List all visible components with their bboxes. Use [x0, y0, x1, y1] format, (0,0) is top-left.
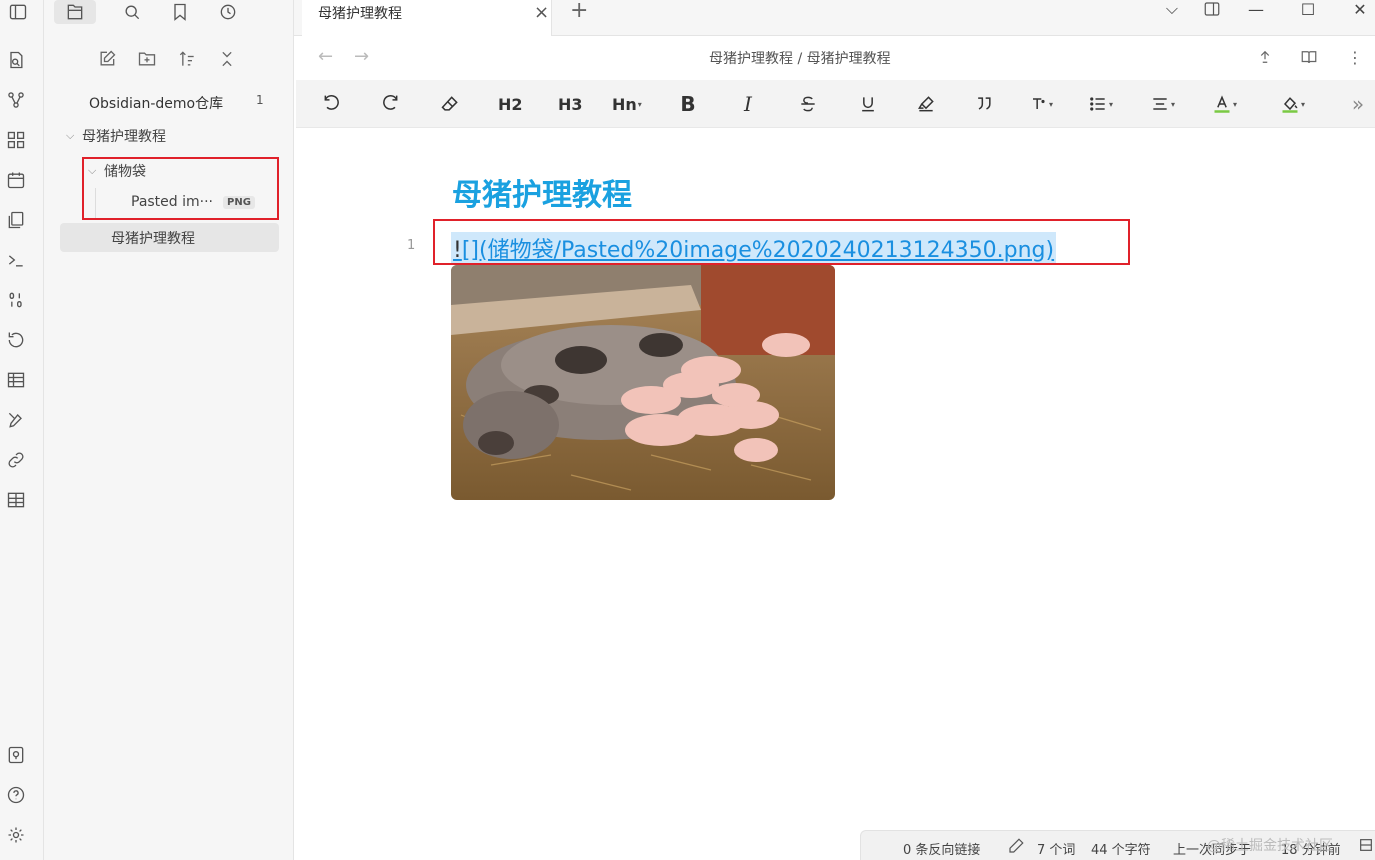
- files-tab-icon[interactable]: [54, 0, 96, 24]
- recent-clock-icon[interactable]: [216, 0, 240, 24]
- grid-table-icon[interactable]: [4, 488, 28, 512]
- heading-n-button[interactable]: Hn ▾: [612, 92, 642, 116]
- annotation-box-link: [433, 219, 1130, 265]
- vault-switch-icon[interactable]: [4, 743, 28, 767]
- table-icon[interactable]: [4, 368, 28, 392]
- obsidian-window: Obsidian-demo仓库 1 ⌵ 母猪护理教程 ⌵ 储物袋 Pasted …: [0, 0, 1375, 860]
- new-note-icon[interactable]: [96, 48, 118, 70]
- history-icon[interactable]: [4, 328, 28, 352]
- editing-toolbar: H2 H3 Hn ▾ B I ▾ ▾ ▾ ▾ ▾ »: [296, 80, 1375, 128]
- redo-icon[interactable]: [378, 92, 402, 116]
- dropdown-caret-icon: ▾: [1233, 99, 1238, 109]
- more-options-icon[interactable]: ⋮: [1344, 46, 1366, 68]
- watermark: @稀土掘金技术社区: [1207, 838, 1333, 854]
- underline-icon[interactable]: [856, 92, 880, 116]
- active-file-label-row[interactable]: 母猪护理教程: [111, 228, 195, 248]
- background-color-icon[interactable]: ▾: [1280, 92, 1305, 116]
- breadcrumb[interactable]: 母猪护理教程 / 母猪护理教程: [709, 48, 891, 68]
- font-color-icon[interactable]: ▾: [1212, 92, 1237, 116]
- quote-icon[interactable]: [972, 92, 996, 116]
- word-count: 7 个词: [1037, 843, 1076, 858]
- collapse-all-icon[interactable]: [216, 48, 238, 70]
- undo-icon[interactable]: [320, 92, 344, 116]
- strikethrough-icon[interactable]: [796, 92, 820, 116]
- layout-icon[interactable]: [1358, 837, 1374, 857]
- tab-list-chevron-icon[interactable]: ⌵: [1160, 0, 1184, 18]
- backlinks-count[interactable]: 0 条反向链接: [903, 839, 980, 858]
- dropdown-caret-icon: ▾: [1301, 99, 1306, 109]
- dropdown-caret-icon: ▾: [1171, 99, 1176, 109]
- chevron-down-icon: ⌵: [66, 129, 75, 142]
- heading-2-button[interactable]: H2: [498, 92, 523, 116]
- tab-active[interactable]: 母猪护理教程 ×: [302, 0, 552, 36]
- status-bar: 0 条反向链接 7 个词 44 个字符 上一次同步于 18 分钟前 @稀土掘金技…: [860, 830, 1375, 860]
- active-file-label: 母猪护理教程: [111, 231, 195, 247]
- quick-switcher-icon[interactable]: [4, 48, 28, 72]
- highlight-pen-icon[interactable]: [914, 92, 938, 116]
- sidebar-toggle-icon[interactable]: [6, 0, 30, 24]
- reading-view-book-icon[interactable]: [1298, 46, 1320, 68]
- calendar-icon[interactable]: [4, 168, 28, 192]
- link-icon[interactable]: [4, 448, 28, 472]
- canvas-icon[interactable]: [4, 128, 28, 152]
- close-icon[interactable]: ×: [534, 2, 549, 23]
- back-arrow-icon[interactable]: ←: [318, 46, 333, 67]
- embedded-pig-image: [451, 265, 835, 500]
- heading-n-label: Hn: [612, 94, 637, 114]
- vault-name[interactable]: Obsidian-demo仓库: [89, 93, 223, 113]
- command-palette-icon[interactable]: [4, 248, 28, 272]
- tools-icon[interactable]: [4, 408, 28, 432]
- eraser-icon[interactable]: [438, 92, 462, 116]
- toolbar-expand-icon[interactable]: »: [1346, 92, 1370, 116]
- dropdown-caret-icon: ▾: [1109, 99, 1114, 109]
- view-header: ← → 母猪护理教程 / 母猪护理教程 ⋮: [294, 36, 1375, 80]
- new-tab-button[interactable]: +: [570, 0, 588, 23]
- bold-button[interactable]: B: [676, 92, 700, 116]
- graph-view-icon[interactable]: [4, 88, 28, 112]
- edit-pencil-icon[interactable]: [1007, 837, 1025, 859]
- heading-3-button[interactable]: H3: [558, 92, 583, 116]
- folder-row[interactable]: ⌵ 母猪护理教程: [66, 126, 166, 146]
- minimize-icon[interactable]: —: [1244, 0, 1268, 19]
- annotation-box-folder: [82, 157, 279, 220]
- file-explorer-sidebar: Obsidian-demo仓库 1 ⌵ 母猪护理教程 ⌵ 储物袋 Pasted …: [44, 0, 294, 860]
- binary-icon[interactable]: [4, 288, 28, 312]
- align-icon[interactable]: ▾: [1150, 92, 1175, 116]
- forward-arrow-icon[interactable]: →: [354, 46, 369, 67]
- sidebar-right-toggle-icon[interactable]: [1200, 0, 1224, 18]
- templates-icon[interactable]: [4, 208, 28, 232]
- window-close-icon[interactable]: ✕: [1348, 0, 1372, 19]
- line-number: 1: [407, 238, 416, 253]
- tab-bar: 母猪护理教程 × + ⌵ — ☐ ✕: [294, 0, 1375, 36]
- vault-count: 1: [256, 93, 264, 107]
- sidebar-tab-icons: [54, 0, 240, 24]
- char-count: 44 个字符: [1091, 843, 1151, 858]
- search-icon[interactable]: [120, 0, 144, 24]
- italic-button[interactable]: I: [736, 92, 760, 116]
- settings-gear-icon[interactable]: [4, 823, 28, 847]
- bookmark-icon[interactable]: [168, 0, 192, 24]
- help-icon[interactable]: [4, 783, 28, 807]
- list-icon[interactable]: ▾: [1088, 92, 1113, 116]
- file-actions: [96, 48, 238, 70]
- dropdown-caret-icon: ▾: [637, 99, 642, 109]
- share-icon[interactable]: [1254, 46, 1276, 68]
- note-heading: 母猪护理教程: [452, 178, 632, 213]
- new-folder-icon[interactable]: [136, 48, 158, 70]
- dropdown-caret-icon: ▾: [1049, 99, 1054, 109]
- tab-title: 母猪护理教程: [318, 6, 402, 22]
- maximize-icon[interactable]: ☐: [1296, 0, 1320, 19]
- folder-label: 母猪护理教程: [82, 129, 166, 145]
- format-dropdown-icon[interactable]: ▾: [1028, 92, 1053, 116]
- sort-icon[interactable]: [176, 48, 198, 70]
- left-ribbon: [0, 0, 44, 860]
